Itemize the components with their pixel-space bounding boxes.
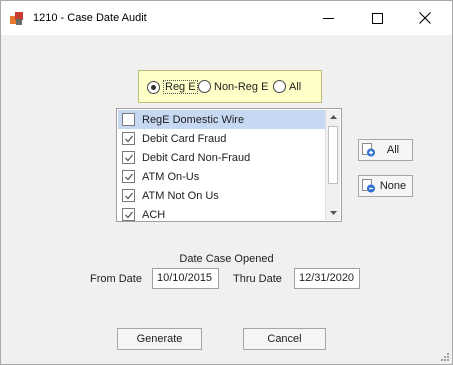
reg-filter-group: Reg E Non-Reg E All (138, 70, 322, 103)
list-item[interactable]: ACH (118, 205, 326, 224)
dialog-window: 1210 - Case Date Audit Reg E Non-Reg E A… (0, 0, 453, 365)
app-icon (10, 12, 24, 26)
close-icon (419, 12, 431, 24)
case-type-checklist[interactable]: RegE Domestic Wire Debit Card Fraud Debi… (116, 108, 342, 222)
select-all-button[interactable]: All (358, 139, 413, 161)
select-none-label: None (379, 180, 407, 192)
checkbox-checked-icon[interactable] (122, 208, 135, 221)
cancel-button[interactable]: Cancel (243, 328, 326, 350)
select-all-label: All (386, 144, 400, 156)
radio-unchecked-icon[interactable] (198, 80, 211, 93)
list-item-label: ATM On-Us (142, 170, 200, 183)
close-button[interactable] (403, 1, 447, 35)
minimize-icon (322, 17, 334, 19)
from-date-label: From Date (90, 273, 142, 285)
thru-date-label: Thru Date (233, 273, 282, 285)
from-date-input[interactable]: 10/10/2015 (152, 268, 219, 289)
list-item[interactable]: ATM Not On Us (118, 186, 326, 205)
radio-reg-e-label: Reg E (163, 80, 198, 94)
date-case-opened-caption: Date Case Opened (179, 253, 274, 265)
radio-checked-icon[interactable] (147, 80, 160, 94)
scroll-up-arrow-icon[interactable] (326, 110, 340, 124)
checkbox-checked-icon[interactable] (122, 189, 135, 202)
list-item[interactable]: RegE Domestic Wire (118, 110, 326, 129)
generate-button[interactable]: Generate (117, 328, 202, 350)
scrollbar-thumb[interactable] (328, 126, 338, 184)
list-item[interactable]: Debit Card Non-Fraud (118, 148, 326, 167)
radio-all-label: All (289, 80, 302, 93)
list-item-label: Debit Card Non-Fraud (142, 151, 251, 164)
radio-reg-e[interactable]: Reg E (147, 80, 198, 94)
list-item[interactable]: Debit Card Fraud (118, 129, 326, 148)
checkbox-checked-icon[interactable] (122, 132, 135, 145)
radio-non-reg-e-label: Non-Reg E (214, 80, 269, 93)
resize-grip-icon[interactable] (440, 352, 450, 362)
checkbox-checked-icon[interactable] (122, 170, 135, 183)
scroll-down-arrow-icon[interactable] (326, 206, 340, 220)
select-none-button[interactable]: None (358, 175, 413, 197)
remove-all-icon (362, 179, 376, 193)
list-item[interactable]: ATM On-Us (118, 167, 326, 186)
minimize-button[interactable] (306, 1, 350, 35)
checklist-items: RegE Domestic Wire Debit Card Fraud Debi… (118, 110, 326, 224)
maximize-button[interactable] (355, 1, 399, 35)
list-item-label: RegE Domestic Wire (142, 113, 245, 126)
radio-all[interactable]: All (273, 80, 301, 93)
title-bar[interactable]: 1210 - Case Date Audit (1, 1, 452, 35)
list-item-label: ACH (142, 208, 166, 221)
list-item-label: Debit Card Fraud (142, 132, 227, 145)
radio-unchecked-icon[interactable] (273, 80, 286, 93)
list-item-label: ATM Not On Us (142, 189, 219, 202)
add-all-icon (362, 143, 376, 157)
window-title: 1210 - Case Date Audit (33, 12, 147, 24)
checkbox-checked-icon[interactable] (122, 151, 135, 164)
radio-non-reg-e[interactable]: Non-Reg E (198, 80, 268, 93)
vertical-scrollbar[interactable] (325, 110, 340, 220)
thru-date-input[interactable]: 12/31/2020 (294, 268, 360, 289)
checkbox-unchecked-icon[interactable] (122, 113, 135, 126)
maximize-icon (371, 12, 383, 24)
